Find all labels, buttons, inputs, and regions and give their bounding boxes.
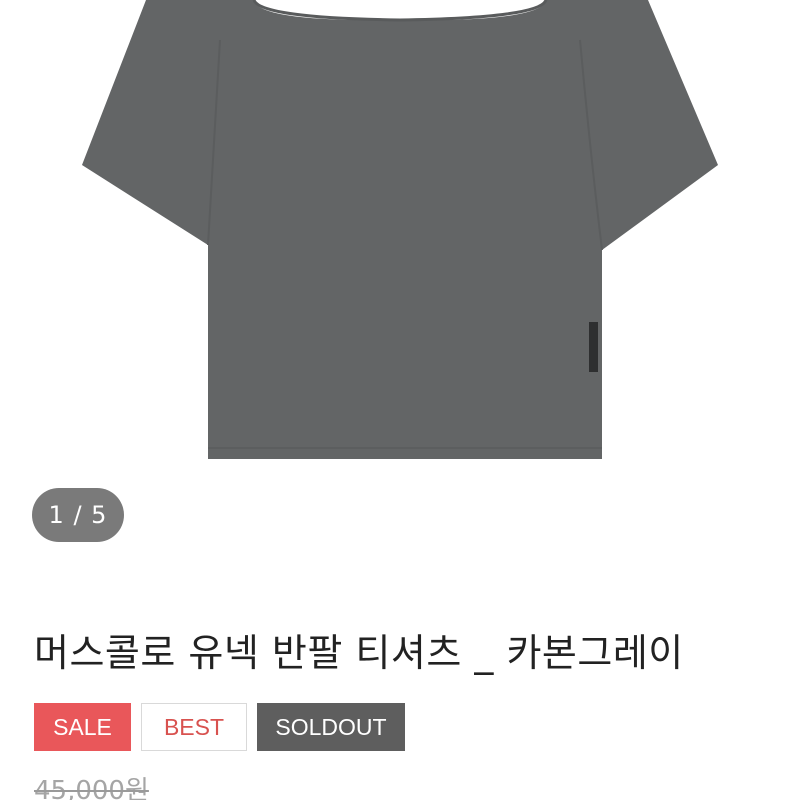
product-image[interactable] [0, 0, 800, 480]
soldout-badge: SOLDOUT [257, 703, 405, 751]
tshirt-label-tag [589, 322, 598, 372]
product-title: 머스콜로 유넥 반팔 티셔츠 _ 카본그레이 [34, 631, 684, 675]
image-page-indicator: 1 / 5 [32, 488, 124, 542]
product-detail-page: 1 / 5 머스콜로 유넥 반팔 티셔츠 _ 카본그레이 SALE BEST S… [0, 0, 800, 800]
best-badge: BEST [141, 703, 247, 751]
product-badges: SALE BEST SOLDOUT [34, 703, 405, 751]
sale-badge: SALE [34, 703, 131, 751]
tshirt-body [82, 0, 718, 459]
original-price: 45,000원 [34, 776, 149, 800]
